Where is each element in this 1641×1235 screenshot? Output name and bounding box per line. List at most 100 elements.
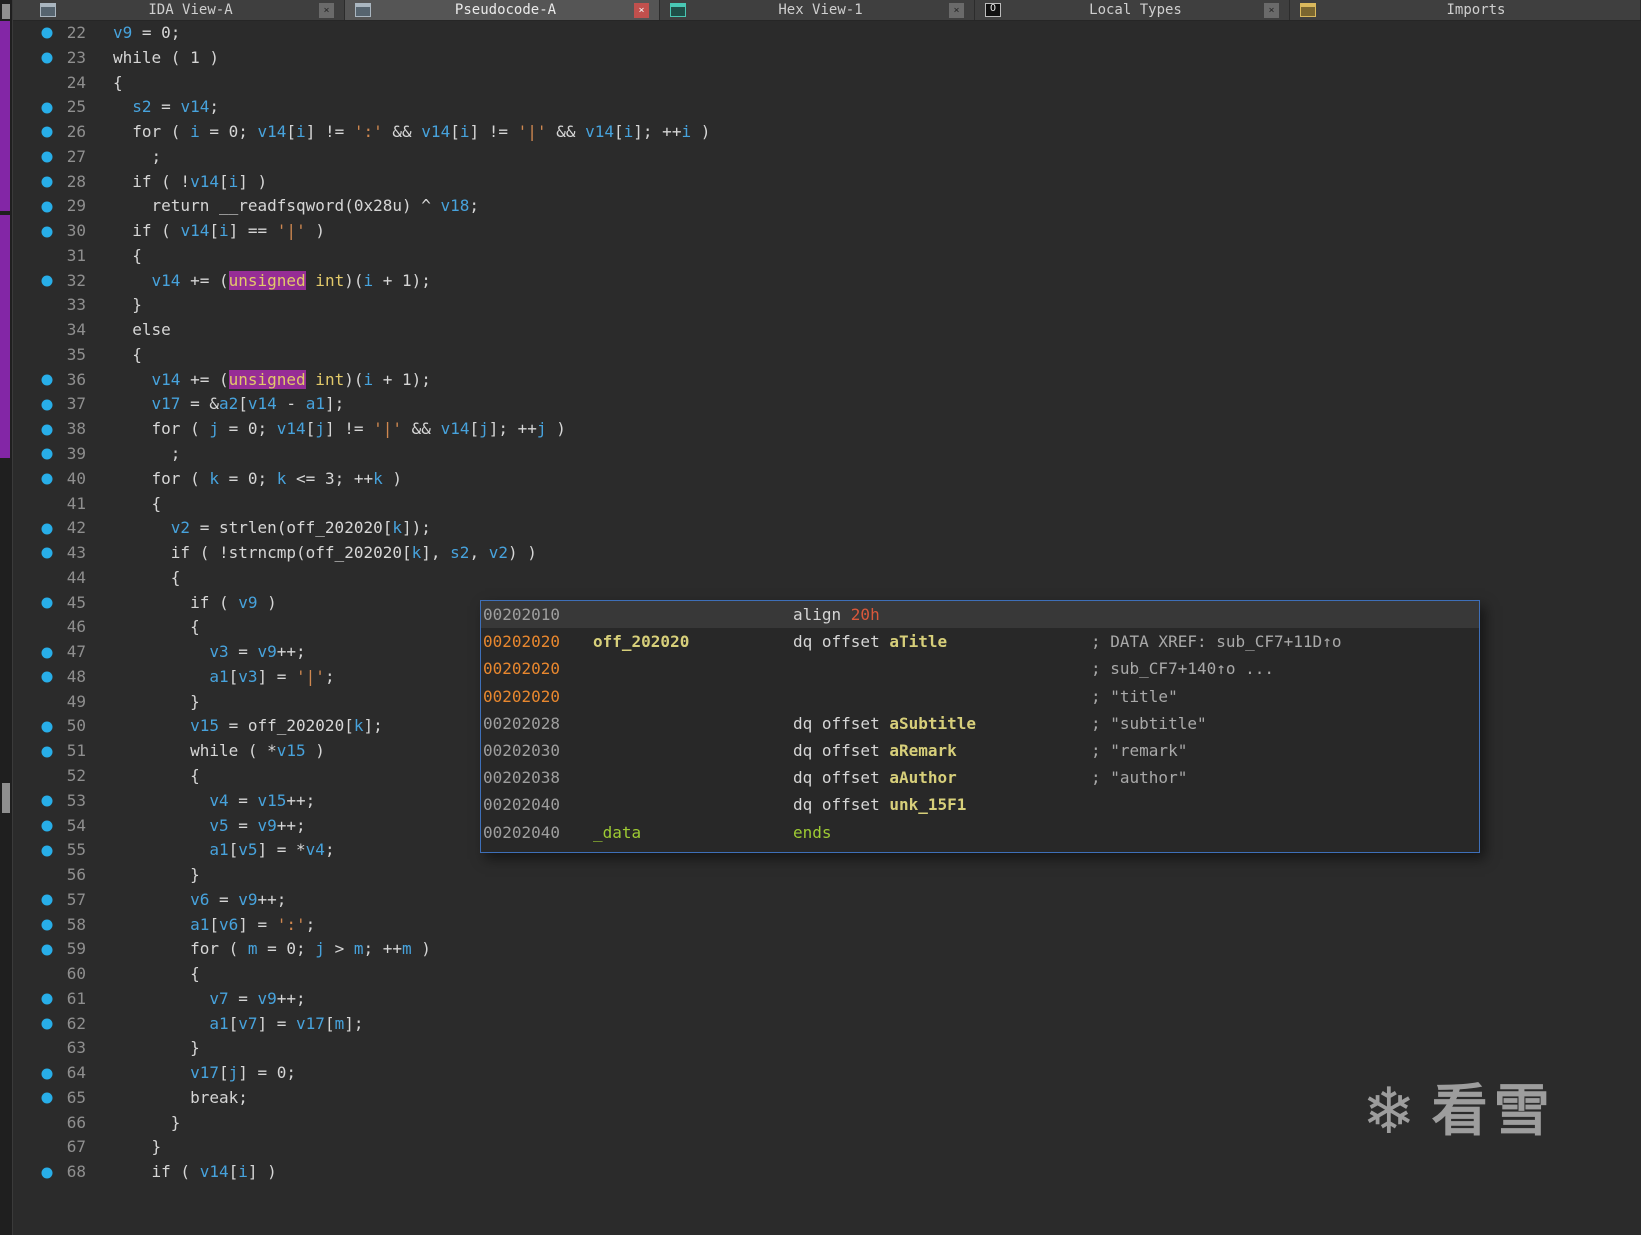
code-text[interactable]: v3 = v9++; — [86, 640, 305, 665]
code-text[interactable]: for ( j = 0; v14[j] != '|' && v14[j]; ++… — [86, 417, 566, 442]
breakpoint-gutter[interactable] — [12, 937, 53, 962]
breakpoint-gutter[interactable] — [12, 269, 53, 294]
code-line[interactable]: 35 { — [0, 343, 1641, 368]
breakpoint-gutter[interactable] — [12, 863, 52, 888]
tab-close-icon[interactable]: × — [319, 2, 334, 18]
breakpoint-dot[interactable] — [41, 1018, 53, 1030]
breakpoint-gutter[interactable] — [12, 392, 53, 417]
code-line[interactable]: 36 v14 += (unsigned int)(i + 1); — [0, 368, 1641, 393]
breakpoint-gutter[interactable] — [12, 739, 53, 764]
code-line[interactable]: 24 { — [0, 71, 1641, 96]
breakpoint-gutter[interactable] — [12, 492, 52, 517]
code-text[interactable]: v6 = v9++; — [86, 888, 286, 913]
code-text[interactable]: while ( *v15 ) — [86, 739, 325, 764]
breakpoint-dot[interactable] — [41, 27, 53, 39]
breakpoint-gutter[interactable] — [12, 665, 53, 690]
breakpoint-dot[interactable] — [41, 671, 53, 683]
breakpoint-dot[interactable] — [41, 547, 53, 559]
code-line[interactable]: 25 s2 = v14; — [0, 95, 1641, 120]
code-text[interactable]: break; — [86, 1086, 248, 1111]
breakpoint-gutter[interactable] — [12, 467, 53, 492]
code-line[interactable]: 43 if ( !strncmp(off_202020[k], s2, v2) … — [0, 541, 1641, 566]
breakpoint-dot[interactable] — [41, 919, 53, 931]
breakpoint-gutter[interactable] — [12, 690, 52, 715]
breakpoint-gutter[interactable] — [12, 1036, 52, 1061]
breakpoint-gutter[interactable] — [12, 1160, 53, 1185]
code-text[interactable]: } — [86, 1036, 200, 1061]
breakpoint-gutter[interactable] — [12, 913, 53, 938]
breakpoint-dot[interactable] — [41, 176, 53, 188]
code-text[interactable]: else — [86, 318, 171, 343]
breakpoint-dot[interactable] — [41, 399, 53, 411]
breakpoint-dot[interactable] — [41, 597, 53, 609]
code-text[interactable]: v5 = v9++; — [86, 814, 305, 839]
code-text[interactable]: { — [86, 962, 200, 987]
code-line[interactable]: 60 { — [0, 962, 1641, 987]
breakpoint-dot[interactable] — [41, 820, 53, 832]
breakpoint-dot[interactable] — [41, 473, 53, 485]
code-text[interactable]: { — [86, 764, 200, 789]
code-text[interactable]: } — [86, 1111, 181, 1136]
code-text[interactable]: for ( k = 0; k <= 3; ++k ) — [86, 467, 402, 492]
breakpoint-gutter[interactable] — [12, 1135, 52, 1160]
code-text[interactable]: { — [86, 71, 123, 96]
code-text[interactable]: for ( i = 0; v14[i] != ':' && v14[i] != … — [86, 120, 710, 145]
popup-row[interactable]: 00202010 align 20h — [481, 601, 1479, 629]
code-line[interactable]: 57 v6 = v9++; — [0, 888, 1641, 913]
breakpoint-gutter[interactable] — [12, 318, 52, 343]
popup-row[interactable]: 00202020 ; "title" — [481, 683, 1479, 710]
breakpoint-gutter[interactable] — [12, 566, 52, 591]
breakpoint-gutter[interactable] — [12, 640, 53, 665]
code-line[interactable]: 42 v2 = strlen(off_202020[k]); — [0, 516, 1641, 541]
code-text[interactable]: v4 = v15++; — [86, 789, 315, 814]
code-text[interactable]: return __readfsqword(0x28u) ^ v18; — [86, 194, 480, 219]
breakpoint-gutter[interactable] — [12, 368, 53, 393]
code-text[interactable]: v14 += (unsigned int)(i + 1); — [86, 269, 431, 294]
code-text[interactable]: v15 = off_202020[k]; — [86, 714, 383, 739]
breakpoint-gutter[interactable] — [12, 838, 53, 863]
code-text[interactable]: v17[j] = 0; — [86, 1061, 296, 1086]
code-text[interactable]: v17 = &a2[v14 - a1]; — [86, 392, 345, 417]
breakpoint-gutter[interactable] — [12, 219, 53, 244]
breakpoint-dot[interactable] — [41, 151, 53, 163]
breakpoint-dot[interactable] — [41, 993, 53, 1005]
breakpoint-dot[interactable] — [41, 944, 53, 956]
scrollbar-thumb[interactable] — [2, 783, 10, 813]
breakpoint-gutter[interactable] — [12, 417, 53, 442]
breakpoint-gutter[interactable] — [12, 789, 53, 814]
code-text[interactable]: v7 = v9++; — [86, 987, 305, 1012]
code-text[interactable]: { — [86, 244, 142, 269]
popup-row[interactable]: 00202020 off_202020 dq offset aTitle; DATA… — [481, 628, 1479, 655]
tab-close-icon[interactable]: × — [1264, 2, 1279, 18]
breakpoint-gutter[interactable] — [12, 814, 53, 839]
code-text[interactable]: { — [86, 566, 181, 591]
breakpoint-gutter[interactable] — [12, 293, 52, 318]
breakpoint-dot[interactable] — [41, 275, 53, 287]
code-line[interactable]: 40 for ( k = 0; k <= 3; ++k ) — [0, 467, 1641, 492]
breakpoint-gutter[interactable] — [12, 516, 53, 541]
tab-pseudocode-a[interactable]: Pseudocode-A × — [345, 0, 660, 20]
code-text[interactable]: for ( m = 0; j > m; ++m ) — [86, 937, 431, 962]
breakpoint-gutter[interactable] — [12, 95, 53, 120]
breakpoint-gutter[interactable] — [12, 46, 53, 71]
tab-close-icon[interactable]: × — [634, 2, 649, 18]
breakpoint-gutter[interactable] — [12, 1061, 53, 1086]
tab-close-icon[interactable]: × — [949, 2, 964, 18]
code-text[interactable]: v2 = strlen(off_202020[k]); — [86, 516, 431, 541]
code-line[interactable]: 56 } — [0, 863, 1641, 888]
code-text[interactable]: if ( !strncmp(off_202020[k], s2, v2) ) — [86, 541, 537, 566]
breakpoint-dot[interactable] — [41, 52, 53, 64]
breakpoint-dot[interactable] — [41, 1092, 53, 1104]
scrollbar-thumb[interactable] — [2, 4, 10, 19]
breakpoint-dot[interactable] — [41, 795, 53, 807]
breakpoint-dot[interactable] — [41, 1167, 53, 1179]
breakpoint-dot[interactable] — [41, 721, 53, 733]
breakpoint-gutter[interactable] — [12, 194, 53, 219]
breakpoint-gutter[interactable] — [12, 1086, 53, 1111]
code-text[interactable]: a1[v5] = *v4; — [86, 838, 334, 863]
popup-row[interactable]: 00202030 dq offset aRemark; "remark" — [481, 737, 1479, 764]
code-text[interactable]: { — [86, 492, 162, 517]
code-text[interactable]: } — [86, 1135, 162, 1160]
code-line[interactable]: 27 ; — [0, 145, 1641, 170]
breakpoint-gutter[interactable] — [12, 120, 53, 145]
